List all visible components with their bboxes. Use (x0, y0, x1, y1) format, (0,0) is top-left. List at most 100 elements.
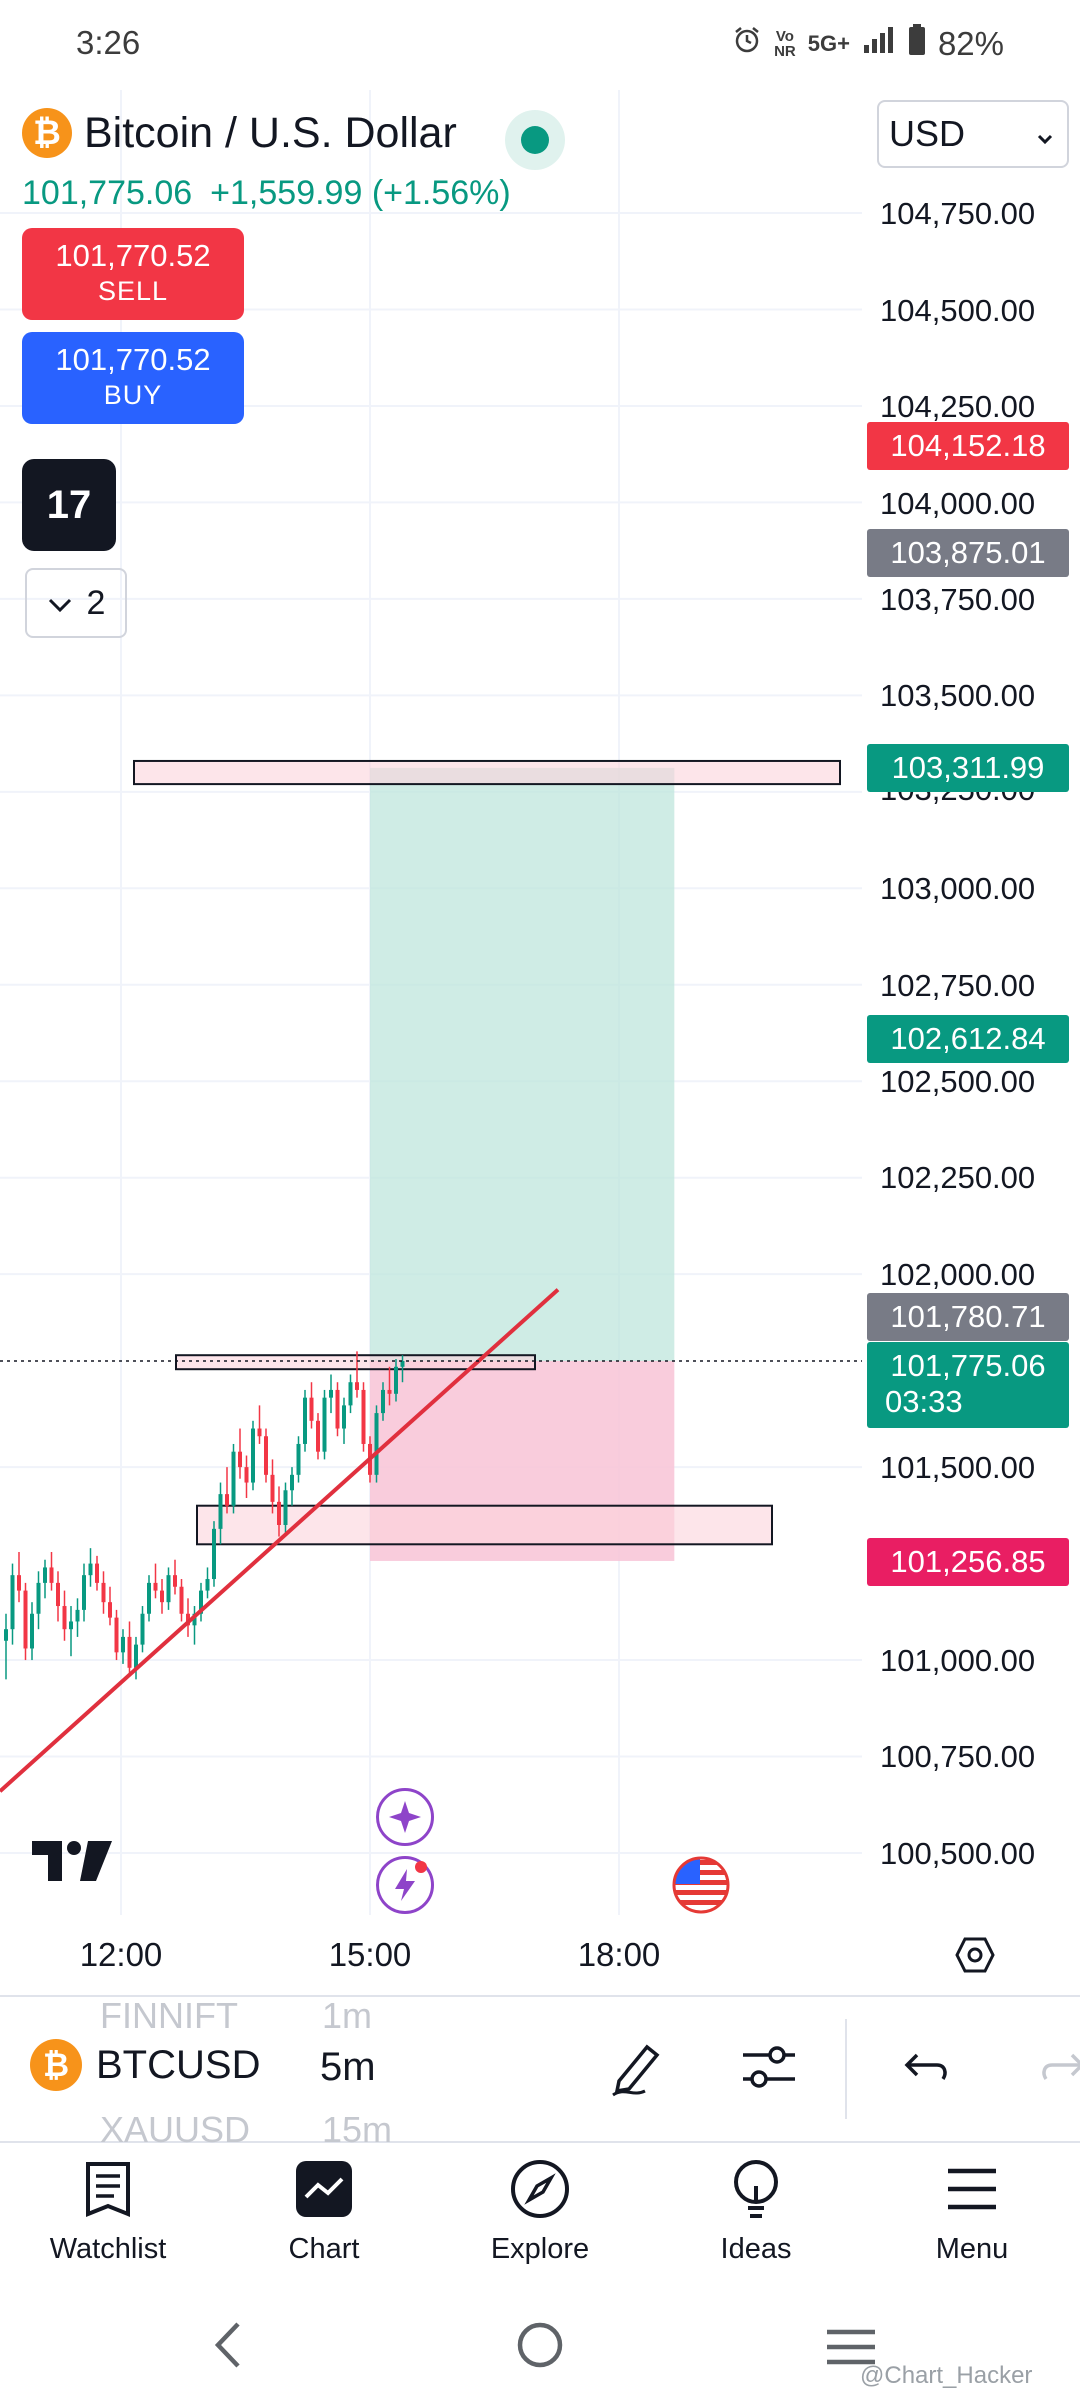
sell-label: SELL (97, 276, 169, 306)
home-icon[interactable] (516, 2320, 564, 2370)
candle-body (381, 1389, 385, 1414)
candle-body (95, 1563, 99, 1583)
sell-button[interactable]: 101,770.52 SELL (22, 228, 244, 320)
candle-body (348, 1382, 353, 1406)
sparkle-icon[interactable] (376, 1788, 434, 1846)
nav-ideas[interactable]: Ideas (648, 2145, 864, 2291)
sell-price: 101,770.52 (55, 238, 211, 273)
chart-toolbar: FINNIFT 1m ₿ BTCUSD 5m XAUUSD 15m (0, 1995, 1080, 2150)
candle-body (127, 1636, 132, 1668)
candle-body (270, 1474, 275, 1502)
price-axis-label: 102,750.00 (880, 968, 1036, 1003)
last-price: 101,775.06 (22, 174, 193, 212)
stop-price-badge: 101,256.85 (867, 1538, 1069, 1586)
chart-settings-icon[interactable] (955, 1935, 995, 1975)
nav-watchlist[interactable]: Watchlist (0, 2145, 216, 2291)
price-axis-label: 101,000.00 (880, 1643, 1036, 1678)
drawing-tools-icon[interactable] (605, 2035, 669, 2099)
candle-body (17, 1575, 21, 1591)
candle-body (322, 1397, 327, 1452)
candle-body (251, 1428, 255, 1483)
nav-menu[interactable]: Menu (864, 2145, 1080, 2291)
candle-body (75, 1609, 80, 1622)
candle-body (56, 1582, 60, 1607)
alarm-icon (732, 25, 762, 63)
watchlist-icon (76, 2157, 140, 2221)
candle-body (231, 1451, 236, 1506)
volte-indicator: Vo NR (774, 28, 796, 60)
price-row: 101,775.06 +1,559.99 (+1.56%) (22, 174, 511, 213)
candle-body (309, 1397, 314, 1421)
price-axis-label: 102,250.00 (880, 1160, 1036, 1195)
gray-price-badge: 103,875.01 (867, 529, 1069, 577)
candle-body (62, 1606, 67, 1630)
nav-label: Menu (935, 2233, 1009, 2265)
indicators-count: 2 (86, 583, 106, 622)
price-axis-label: 102,500.00 (880, 1064, 1036, 1099)
ghost-interval-above: 1m (322, 1995, 373, 2036)
candle-body (134, 1644, 138, 1668)
candle-body (23, 1590, 28, 1649)
price-axis-label: 104,750.00 (880, 196, 1036, 231)
price-axis-label: 103,500.00 (880, 678, 1036, 713)
candle-body (114, 1617, 119, 1653)
currency-select[interactable]: USD (877, 100, 1069, 168)
undo-icon[interactable] (895, 2035, 959, 2099)
interval-selector[interactable]: 5m (320, 2045, 376, 2090)
symbol-header[interactable]: ₿ Bitcoin / U.S. Dollar (22, 108, 457, 158)
price-axis-label: 101,500.00 (880, 1450, 1036, 1485)
price-axis-label: 103,750.00 (880, 582, 1036, 617)
candle-body (82, 1575, 86, 1610)
battery-icon (908, 24, 926, 64)
candle-body (296, 1443, 301, 1475)
candle-body (179, 1586, 184, 1614)
candle-body (36, 1582, 41, 1614)
currency-value: USD (889, 113, 966, 154)
candle-body (166, 1575, 171, 1603)
current-price: 101,775.06 (890, 1348, 1046, 1383)
network-type: 5G+ (807, 31, 850, 56)
toolbar-divider (845, 2019, 847, 2119)
zone-rectangle (133, 759, 841, 786)
bitcoin-logo-icon: ₿ (22, 108, 72, 158)
nav-label: Watchlist (49, 2233, 167, 2265)
market-open-indicator[interactable] (505, 110, 565, 170)
time-axis-label: 18:00 (577, 1936, 661, 1973)
lightning-icon[interactable] (376, 1856, 434, 1914)
gray-price-badge: 101,780.71 (867, 1293, 1069, 1341)
symbol-selector[interactable]: ₿ BTCUSD (30, 2039, 260, 2091)
price-axis-label: 100,500.00 (880, 1836, 1036, 1871)
price-axis-label: 100,750.00 (880, 1739, 1036, 1774)
buy-button[interactable]: 101,770.52 BUY (22, 332, 244, 424)
candle-body (335, 1389, 340, 1429)
candle-body (153, 1582, 158, 1591)
candle-body (277, 1501, 281, 1525)
mid-price-badge: 102,612.84 (867, 1015, 1069, 1063)
indicators-settings-icon[interactable] (737, 2035, 801, 2099)
price-change: +1,559.99 (+1.56%) (210, 174, 511, 212)
bottom-nav: Watchlist Chart Explore Ideas Menu (0, 2145, 1080, 2291)
status-icons: Vo NR 5G+ 82% (732, 24, 1004, 64)
hamburger-menu-icon (940, 2157, 1004, 2221)
candle-body (140, 1613, 145, 1645)
symbol-title: Bitcoin / U.S. Dollar (84, 108, 457, 157)
chevron-down-icon (1035, 113, 1055, 155)
nav-explore[interactable]: Explore (432, 2145, 648, 2291)
bitcoin-logo-icon: ₿ (30, 2039, 82, 2091)
back-icon[interactable] (210, 2320, 244, 2370)
candle-body (342, 1405, 346, 1429)
nav-label: Explore (490, 2233, 590, 2265)
us-flag-icon[interactable] (672, 1856, 730, 1914)
candle-body (30, 1613, 34, 1649)
candle-body (361, 1389, 366, 1444)
recent-apps-icon[interactable] (825, 2328, 877, 2366)
indicators-toggle[interactable]: 2 (25, 568, 127, 638)
redo-icon[interactable] (1030, 2035, 1080, 2099)
candle-body (4, 1629, 8, 1641)
candle-body (212, 1528, 216, 1580)
ghost-symbol-above: FINNIFT (100, 1995, 238, 2036)
nav-chart[interactable]: Chart (216, 2145, 432, 2291)
candle-body (316, 1420, 320, 1452)
nav-label: Chart (288, 2233, 360, 2265)
tradingview-logo-icon[interactable]: 17 (22, 459, 116, 551)
